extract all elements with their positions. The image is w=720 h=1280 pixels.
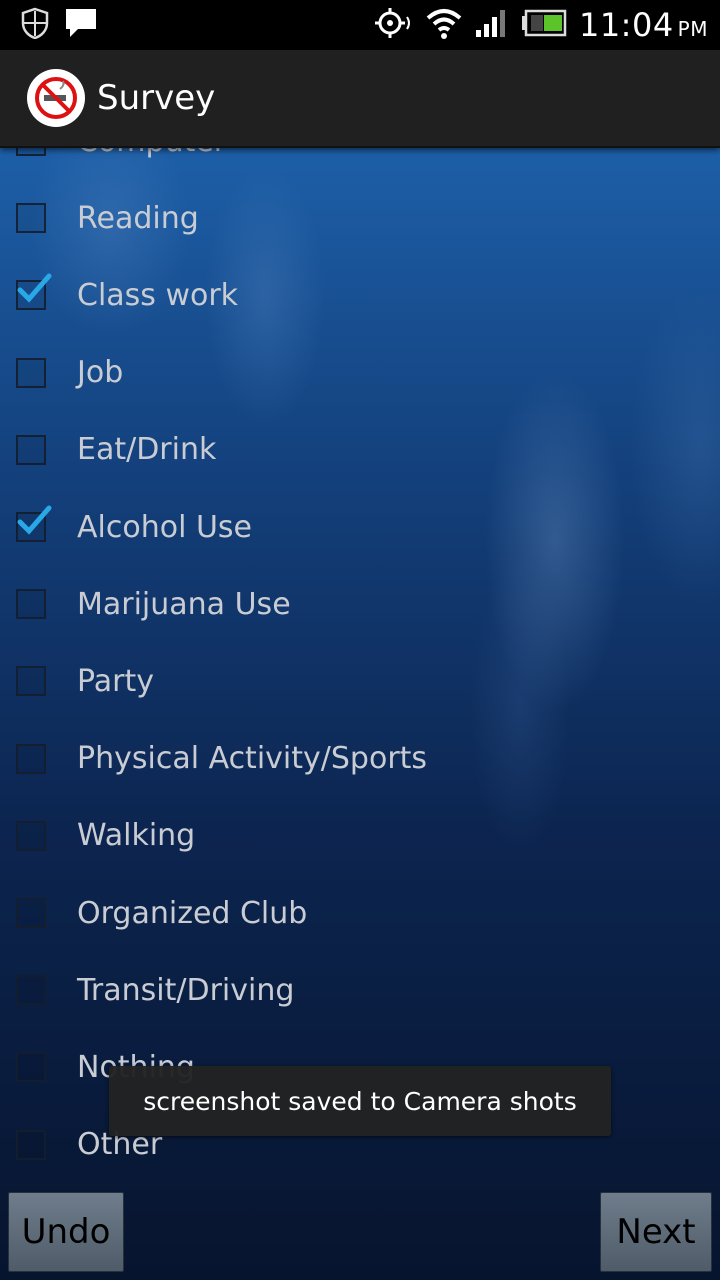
checklist-item[interactable]: Organized Club	[0, 878, 720, 948]
shield-icon	[20, 7, 50, 43]
checklist-item-label: Organized Club	[77, 895, 308, 931]
action-bar: Survey	[0, 50, 720, 148]
checkbox[interactable]	[16, 898, 46, 928]
undo-button[interactable]: Undo	[8, 1192, 124, 1272]
checkbox[interactable]	[16, 666, 46, 697]
toast-message: screenshot saved to Camera shots	[109, 1066, 611, 1136]
message-icon	[64, 7, 98, 43]
checkbox[interactable]	[16, 1129, 46, 1160]
checklist-item[interactable]: Physical Activity/Sports	[0, 724, 720, 794]
checkbox-checked[interactable]	[16, 273, 52, 311]
clock-ampm: PM	[677, 17, 708, 41]
checklist-item-label: Eat/Drink	[77, 432, 217, 468]
checklist-item-label: Transit/Driving	[77, 972, 295, 1008]
checkmark-icon	[16, 272, 52, 312]
clock-time: 11:04	[578, 6, 674, 44]
checklist-item-label: Class work	[77, 277, 239, 313]
checkbox[interactable]	[16, 434, 46, 465]
checklist-item-label: Physical Activity/Sports	[77, 741, 428, 777]
checkbox-checked[interactable]	[16, 505, 52, 542]
checkbox[interactable]	[16, 203, 46, 234]
checklist-item-label: Walking	[77, 818, 196, 854]
checklist-item-label: Job	[77, 355, 124, 391]
checkbox[interactable]	[16, 975, 46, 1006]
checkbox[interactable]	[16, 1052, 46, 1083]
checklist-item[interactable]: Computer	[0, 146, 720, 176]
wifi-icon	[425, 6, 463, 44]
checklist-item[interactable]: Marijuana Use	[0, 569, 720, 639]
checkbox[interactable]	[16, 357, 46, 388]
status-bar: 11:04 PM	[0, 0, 720, 50]
checkbox[interactable]	[16, 743, 46, 774]
signal-icon	[475, 8, 509, 42]
checklist-item[interactable]: Eat/Drink	[0, 415, 720, 485]
battery-icon	[521, 9, 567, 41]
no-smoking-icon[interactable]	[27, 69, 85, 127]
checkbox[interactable]	[16, 820, 46, 851]
next-button[interactable]: Next	[600, 1192, 712, 1272]
checklist-item[interactable]: Reading	[0, 183, 720, 253]
clock: 11:04 PM	[579, 6, 708, 44]
checklist-item[interactable]: Party	[0, 646, 720, 716]
checklist-item-label: Marijuana Use	[77, 586, 291, 622]
checklist-item-label: Alcohol Use	[77, 509, 252, 545]
checklist-item[interactable]: Walking	[0, 801, 720, 871]
app-title: Survey	[97, 78, 216, 118]
checklist-item[interactable]: Transit/Driving	[0, 955, 720, 1025]
checklist-item[interactable]: Alcohol Use	[0, 492, 720, 562]
checkbox[interactable]	[16, 589, 46, 620]
checklist-item-label: Party	[77, 663, 154, 699]
checkmark-icon	[16, 504, 52, 544]
checklist-item[interactable]: Class work	[0, 260, 720, 330]
gps-icon	[373, 5, 413, 45]
checklist-item-label: Reading	[77, 200, 199, 236]
checklist-item[interactable]: Job	[0, 338, 720, 408]
